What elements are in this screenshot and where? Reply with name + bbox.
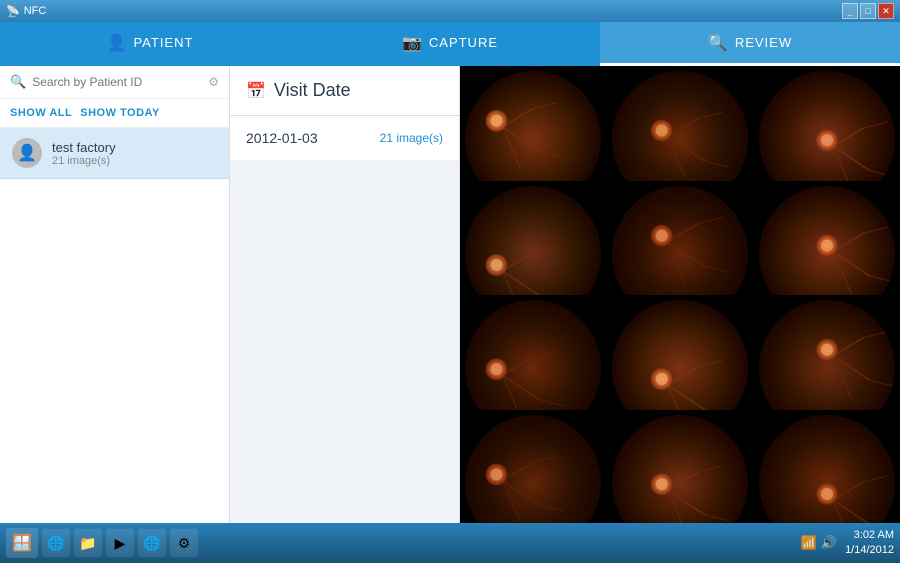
patient-name: test factory [52, 140, 116, 155]
image-cell[interactable]: 2012-01-03 01:05:08 [460, 410, 606, 524]
visit-header: 📅 Visit Date [230, 66, 459, 116]
tab-capture-label: CAPTURE [429, 35, 498, 50]
taskbar: 🪟 🌐 📁 ▶ 🌐 ⚙ 📶 🔊 3:02 AM 1/14/2012 [0, 523, 900, 563]
network-icon: 📶 [801, 535, 817, 551]
avatar: 👤 [12, 138, 42, 168]
gear-icon[interactable]: ⚙ [208, 75, 219, 89]
taskbar-time-value: 3:02 AM [845, 528, 894, 543]
tab-capture[interactable]: 📷 CAPTURE [300, 22, 600, 66]
visit-item[interactable]: 2012-01-03 21 image(s) [230, 116, 459, 161]
taskbar-clock: 3:02 AM 1/14/2012 [845, 528, 894, 559]
app-icon: 📡 [6, 5, 20, 18]
review-icon: 🔍 [708, 33, 729, 53]
close-button[interactable]: ✕ [878, 3, 894, 19]
sidebar: 🔍 ⚙ SHOW ALL SHOW TODAY 👤 test factory 2… [0, 66, 230, 523]
taskbar-right: 📶 🔊 3:02 AM 1/14/2012 [801, 528, 894, 559]
image-cell[interactable]: 2012-01-03 01:04:26 [607, 410, 753, 524]
visit-count: 21 image(s) [380, 131, 443, 145]
taskbar-ie-icon[interactable]: 🌐 [42, 529, 70, 557]
patient-item[interactable]: 👤 test factory 21 image(s) [0, 128, 229, 179]
app-title: NFC [24, 5, 47, 17]
search-bar: 🔍 ⚙ [0, 66, 229, 99]
filter-buttons: SHOW ALL SHOW TODAY [0, 99, 229, 128]
taskbar-media-icon[interactable]: ▶ [106, 529, 134, 557]
nav-tabs: 👤 PATIENT 📷 CAPTURE 🔍 REVIEW [0, 22, 900, 66]
image-grid: 2012-01-03 02:45:39 [460, 66, 900, 523]
show-all-button[interactable]: SHOW ALL [10, 105, 80, 121]
visit-panel: 📅 Visit Date 2012-01-03 21 image(s) [230, 66, 460, 523]
taskbar-sys-icons: 📶 🔊 [801, 535, 837, 551]
calendar-icon: 📅 [246, 81, 266, 101]
title-bar-controls: _ □ ✕ [842, 3, 894, 19]
search-input[interactable] [32, 75, 202, 89]
title-bar: 📡 NFC _ □ ✕ [0, 0, 900, 22]
patient-image-count: 21 image(s) [52, 155, 116, 167]
patient-list: 👤 test factory 21 image(s) [0, 128, 229, 523]
patient-icon: 👤 [107, 33, 128, 53]
visit-date: 2012-01-03 [246, 130, 318, 146]
image-cell[interactable]: 2012-01-03 01:03:50 [754, 410, 900, 524]
tab-patient[interactable]: 👤 PATIENT [0, 22, 300, 66]
maximize-button[interactable]: □ [860, 3, 876, 19]
tab-patient-label: PATIENT [133, 35, 193, 50]
taskbar-folder-icon[interactable]: 📁 [74, 529, 102, 557]
taskbar-left: 🪟 🌐 📁 ▶ 🌐 ⚙ [6, 528, 198, 558]
capture-icon: 📷 [402, 33, 423, 53]
visit-header-text: Visit Date [274, 80, 351, 101]
minimize-button[interactable]: _ [842, 3, 858, 19]
taskbar-settings-icon[interactable]: ⚙ [170, 529, 198, 557]
volume-icon: 🔊 [821, 535, 837, 551]
show-today-button[interactable]: SHOW TODAY [80, 105, 168, 121]
taskbar-net-icon[interactable]: 🌐 [138, 529, 166, 557]
main-content: 🔍 ⚙ SHOW ALL SHOW TODAY 👤 test factory 2… [0, 66, 900, 523]
tab-review-label: REVIEW [735, 35, 792, 50]
taskbar-date-value: 1/14/2012 [845, 543, 894, 558]
search-icon: 🔍 [10, 74, 26, 90]
start-button[interactable]: 🪟 [6, 528, 38, 558]
tab-review[interactable]: 🔍 REVIEW [600, 22, 900, 66]
patient-info: test factory 21 image(s) [52, 140, 116, 167]
title-bar-left: 📡 NFC [6, 5, 46, 18]
